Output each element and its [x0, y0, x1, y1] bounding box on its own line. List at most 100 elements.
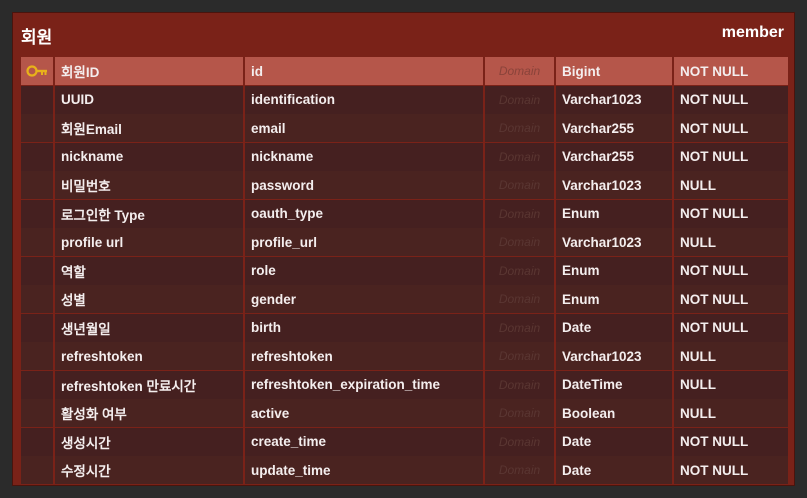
column-domain: Domain	[485, 171, 556, 199]
column-nullable: NOT NULL	[674, 85, 788, 114]
column-logical-name: UUID	[55, 85, 245, 114]
column-row[interactable]: UUID identification Domain Varchar1023 NOT N…	[21, 85, 788, 114]
column-nullable: NOT NULL	[674, 114, 788, 142]
key-cell	[21, 114, 55, 142]
column-logical-name: 로그인한 Type	[55, 199, 245, 228]
column-data-type: Boolean	[556, 399, 674, 427]
key-cell	[21, 342, 55, 370]
column-physical-name: id	[245, 57, 485, 85]
column-row[interactable]: profile url profile_url Domain Varchar1023 N…	[21, 228, 788, 256]
key-cell	[21, 370, 55, 399]
column-row[interactable]: 회원Email email Domain Varchar255 NOT NULL	[21, 114, 788, 142]
column-nullable: NOT NULL	[674, 427, 788, 456]
column-list: 회원ID id Domain Bigint NOT NULL UUID identifica…	[21, 57, 788, 485]
key-cell	[21, 199, 55, 228]
column-physical-name: gender	[245, 285, 485, 313]
column-domain: Domain	[485, 199, 556, 228]
column-physical-name: nickname	[245, 142, 485, 171]
column-nullable: NOT NULL	[674, 199, 788, 228]
column-row[interactable]: 비밀번호 password Domain Varchar1023 NULL	[21, 171, 788, 199]
column-logical-name: refreshtoken	[55, 342, 245, 370]
column-domain: Domain	[485, 342, 556, 370]
column-nullable: NOT NULL	[674, 57, 788, 85]
column-physical-name: role	[245, 256, 485, 285]
column-data-type: Varchar255	[556, 142, 674, 171]
column-domain: Domain	[485, 228, 556, 256]
column-domain: Domain	[485, 142, 556, 171]
column-data-type: Varchar1023	[556, 171, 674, 199]
primary-key-row[interactable]: 회원ID id Domain Bigint NOT NULL	[21, 57, 788, 85]
column-nullable: NOT NULL	[674, 256, 788, 285]
column-domain: Domain	[485, 427, 556, 456]
column-nullable: NULL	[674, 228, 788, 256]
column-nullable: NULL	[674, 342, 788, 370]
column-data-type: Varchar1023	[556, 85, 674, 114]
entity-header: 회원 member	[13, 13, 794, 55]
key-cell	[21, 142, 55, 171]
key-cell	[21, 399, 55, 427]
column-domain: Domain	[485, 256, 556, 285]
column-nullable: NOT NULL	[674, 142, 788, 171]
column-data-type: Date	[556, 427, 674, 456]
key-cell	[21, 285, 55, 313]
key-cell	[21, 456, 55, 484]
entity-physical-name: member	[721, 24, 784, 41]
column-physical-name: refreshtoken	[245, 342, 485, 370]
column-row[interactable]: refreshtoken 만료시간 refreshtoken_expiration…	[21, 370, 788, 399]
column-physical-name: identification	[245, 85, 485, 114]
column-data-type: Enum	[556, 199, 674, 228]
column-physical-name: email	[245, 114, 485, 142]
column-row[interactable]: 수정시간 update_time Domain Date NOT NULL	[21, 456, 788, 484]
column-row[interactable]: 활성화 여부 active Domain Boolean NULL	[21, 399, 788, 427]
column-nullable: NOT NULL	[674, 285, 788, 313]
column-data-type: Varchar255	[556, 114, 674, 142]
column-data-type: Bigint	[556, 57, 674, 85]
column-logical-name: 수정시간	[55, 456, 245, 484]
key-icon	[26, 65, 47, 77]
column-physical-name: profile_url	[245, 228, 485, 256]
column-data-type: Date	[556, 313, 674, 342]
column-nullable: NULL	[674, 370, 788, 399]
column-row[interactable]: 생성시간 create_time Domain Date NOT NULL	[21, 427, 788, 456]
column-logical-name: 회원Email	[55, 114, 245, 142]
column-domain: Domain	[485, 456, 556, 484]
column-data-type: Varchar1023	[556, 342, 674, 370]
column-domain: Domain	[485, 285, 556, 313]
column-domain: Domain	[485, 313, 556, 342]
column-row[interactable]: 성별 gender Domain Enum NOT NULL	[21, 285, 788, 313]
column-row[interactable]: 로그인한 Type oauth_type Domain Enum NOT NULL	[21, 199, 788, 228]
column-data-type: DateTime	[556, 370, 674, 399]
column-domain: Domain	[485, 370, 556, 399]
key-cell	[21, 85, 55, 114]
column-physical-name: password	[245, 171, 485, 199]
column-row[interactable]: 생년월일 birth Domain Date NOT NULL	[21, 313, 788, 342]
column-logical-name: profile url	[55, 228, 245, 256]
column-domain: Domain	[485, 57, 556, 85]
column-data-type: Varchar1023	[556, 228, 674, 256]
column-physical-name: oauth_type	[245, 199, 485, 228]
key-cell	[21, 57, 55, 85]
column-physical-name: update_time	[245, 456, 485, 484]
column-nullable: NOT NULL	[674, 313, 788, 342]
entity-table-member[interactable]: 회원 member 회원ID id Domain Bigint NOT NULL UUID…	[12, 12, 795, 486]
key-cell	[21, 171, 55, 199]
column-domain: Domain	[485, 85, 556, 114]
column-physical-name: refreshtoken_expiration_time	[245, 370, 485, 399]
column-logical-name: 비밀번호	[55, 171, 245, 199]
column-data-type: Date	[556, 456, 674, 484]
column-domain: Domain	[485, 399, 556, 427]
column-physical-name: birth	[245, 313, 485, 342]
column-data-type: Enum	[556, 285, 674, 313]
column-domain: Domain	[485, 114, 556, 142]
column-logical-name: refreshtoken 만료시간	[55, 370, 245, 399]
key-cell	[21, 256, 55, 285]
column-row[interactable]: refreshtoken refreshtoken Domain Varchar102…	[21, 342, 788, 370]
column-nullable: NULL	[674, 399, 788, 427]
column-data-type: Enum	[556, 256, 674, 285]
column-nullable: NOT NULL	[674, 456, 788, 484]
column-row[interactable]: 역할 role Domain Enum NOT NULL	[21, 256, 788, 285]
key-cell	[21, 427, 55, 456]
column-physical-name: create_time	[245, 427, 485, 456]
key-cell	[21, 313, 55, 342]
column-row[interactable]: nickname nickname Domain Varchar255 NOT NULL	[21, 142, 788, 171]
